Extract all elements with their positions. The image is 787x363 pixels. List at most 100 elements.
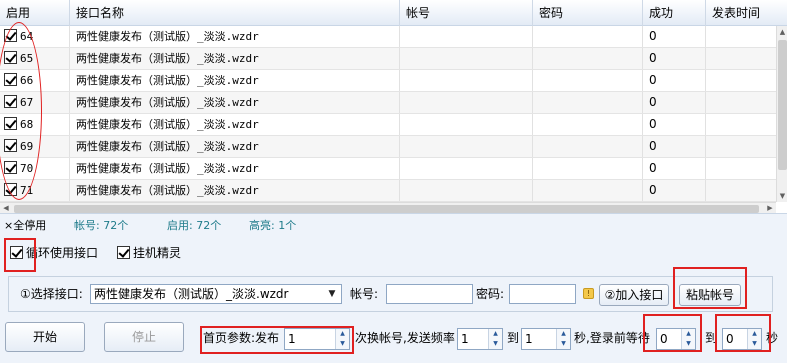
success-cell: 0 xyxy=(643,158,706,179)
vertical-scroll-thumb[interactable] xyxy=(778,40,787,170)
interface-name-cell: 两性健康发布（测试版）_淡淡.wzdr xyxy=(70,114,400,135)
account-cell xyxy=(400,114,533,135)
enable-cell[interactable]: 68 xyxy=(0,114,70,135)
enable-checkbox[interactable] xyxy=(4,29,17,42)
interface-name: 两性健康发布（测试版）_淡淡.wzdr xyxy=(76,140,259,153)
table-row[interactable]: 66 两性健康发布（测试版）_淡淡.wzdr 0 xyxy=(0,70,776,92)
column-header-account[interactable]: 帐号 xyxy=(400,0,533,26)
account-cell xyxy=(400,136,533,157)
publish-time-cell xyxy=(706,26,776,47)
column-header-interface-name[interactable]: 接口名称 xyxy=(70,0,400,26)
enable-cell[interactable]: 69 xyxy=(0,136,70,157)
publish-time-cell xyxy=(706,114,776,135)
enable-cell[interactable]: 67 xyxy=(0,92,70,113)
table-row[interactable]: 69 两性健康发布（测试版）_淡淡.wzdr 0 xyxy=(0,136,776,158)
row-id: 66 xyxy=(20,74,34,87)
account-cell xyxy=(400,26,533,47)
column-header-success[interactable]: 成功 xyxy=(643,0,706,26)
freq-to-spinner[interactable]: 1 ▲ ▼ xyxy=(521,328,571,350)
scroll-up-icon[interactable]: ▲ xyxy=(777,26,787,38)
spinner-arrows-icon[interactable]: ▲ ▼ xyxy=(488,329,502,349)
password-cell xyxy=(533,180,643,201)
start-button[interactable]: 开始 xyxy=(5,322,85,352)
enable-checkbox[interactable] xyxy=(4,95,17,108)
scroll-left-icon[interactable]: ◀ xyxy=(0,203,12,213)
wait-label: 秒,登录前等待 xyxy=(574,331,650,345)
seconds-label: 秒 xyxy=(766,331,779,345)
wait-to-value: 0 xyxy=(726,332,734,346)
table-row[interactable]: 70 两性健康发布（测试版）_淡淡.wzdr 0 xyxy=(0,158,776,180)
table-row[interactable]: 65 两性健康发布（测试版）_淡淡.wzdr 0 xyxy=(0,48,776,70)
interface-name-cell: 两性健康发布（测试版）_淡淡.wzdr xyxy=(70,180,400,201)
spinner-arrows-icon[interactable]: ▲ ▼ xyxy=(681,329,695,349)
account-cell xyxy=(400,92,533,113)
row-id: 64 xyxy=(20,30,34,43)
enable-checkbox[interactable] xyxy=(4,51,17,64)
chevron-down-icon[interactable]: ▼ xyxy=(325,287,339,301)
loop-interface-checkbox[interactable] xyxy=(10,246,23,259)
auto-elf-option[interactable]: 挂机精灵 xyxy=(117,245,181,261)
freq-from-spinner[interactable]: 1 ▲ ▼ xyxy=(457,328,503,350)
interface-name-cell: 两性健康发布（测试版）_淡淡.wzdr xyxy=(70,136,400,157)
spinner-arrows-icon[interactable]: ▲ ▼ xyxy=(335,329,349,349)
home-params-label: 首页参数:发布 xyxy=(203,331,280,345)
auto-elf-checkbox[interactable] xyxy=(117,246,130,259)
interface-select[interactable]: 两性健康发布（测试版）_淡淡.wzdr ▼ xyxy=(90,284,342,304)
wait-to-spinner[interactable]: 0 ▲ ▼ xyxy=(722,328,762,350)
spinner-arrows-icon[interactable]: ▲ ▼ xyxy=(747,329,761,349)
enable-checkbox[interactable] xyxy=(4,183,17,196)
horizontal-scrollbar[interactable]: ◀ ▶ xyxy=(0,202,776,213)
add-interface-button[interactable]: ②加入接口 xyxy=(599,284,669,306)
enabled-count: 启用: 72个 xyxy=(167,219,222,232)
column-header-password[interactable]: 密码 xyxy=(533,0,643,26)
interface-grid[interactable]: 启用 接口名称 帐号 密码 成功 发表时间 64 两性健康发布（测试版）_淡淡.w… xyxy=(0,0,787,214)
publish-time-cell xyxy=(706,70,776,91)
enable-cell[interactable]: 71 xyxy=(0,180,70,201)
row-id: 69 xyxy=(20,140,34,153)
password-input[interactable] xyxy=(509,284,576,304)
enable-checkbox[interactable] xyxy=(4,117,17,130)
enable-cell[interactable]: 64 xyxy=(0,26,70,47)
column-header-publish-time[interactable]: 发表时间 xyxy=(706,0,787,26)
spinner-arrows-icon[interactable]: ▲ ▼ xyxy=(556,329,570,349)
home-params-spinner[interactable]: 1 ▲ ▼ xyxy=(284,328,350,350)
password-cell xyxy=(533,114,643,135)
column-header-enable[interactable]: 启用 xyxy=(0,0,70,26)
wait-from-spinner[interactable]: 0 ▲ ▼ xyxy=(656,328,696,350)
table-row[interactable]: 67 两性健康发布（测试版）_淡淡.wzdr 0 xyxy=(0,92,776,114)
publish-time-cell xyxy=(706,92,776,113)
loop-interface-label: 循环使用接口 xyxy=(26,246,99,260)
paste-account-button[interactable]: 粘贴帐号 xyxy=(679,284,741,306)
to-label-wait: 到 xyxy=(705,331,718,345)
success-cell: 0 xyxy=(643,70,706,91)
key-icon[interactable]: ! xyxy=(583,288,594,299)
row-id: 70 xyxy=(20,162,34,175)
password-cell xyxy=(533,158,643,179)
select-all-toggle[interactable]: ×全停用 xyxy=(4,218,46,234)
table-row[interactable]: 71 两性健康发布（测试版）_淡淡.wzdr 0 xyxy=(0,180,776,202)
interface-name: 两性健康发布（测试版）_淡淡.wzdr xyxy=(76,184,259,197)
enable-cell[interactable]: 70 xyxy=(0,158,70,179)
switch-account-label: 次换帐号,发送频率 xyxy=(355,331,455,345)
success-cell: 0 xyxy=(643,26,706,47)
enable-checkbox[interactable] xyxy=(4,161,17,174)
scroll-right-icon[interactable]: ▶ xyxy=(764,203,776,213)
interface-name-cell: 两性健康发布（测试版）_淡淡.wzdr xyxy=(70,158,400,179)
enable-cell[interactable]: 66 xyxy=(0,70,70,91)
publish-time-cell xyxy=(706,136,776,157)
table-row[interactable]: 68 两性健康发布（测试版）_淡淡.wzdr 0 xyxy=(0,114,776,136)
loop-interface-option[interactable]: 循环使用接口 xyxy=(10,245,98,261)
scroll-down-icon[interactable]: ▼ xyxy=(777,190,787,202)
interface-name: 两性健康发布（测试版）_淡淡.wzdr xyxy=(76,118,259,131)
table-row[interactable]: 64 两性健康发布（测试版）_淡淡.wzdr 0 xyxy=(0,26,776,48)
enable-checkbox[interactable] xyxy=(4,139,17,152)
account-input[interactable] xyxy=(386,284,473,304)
freq-from-value: 1 xyxy=(461,332,469,346)
vertical-scrollbar[interactable]: ▲ ▼ xyxy=(776,26,787,202)
stop-button[interactable]: 停止 xyxy=(104,322,184,352)
success-cell: 0 xyxy=(643,92,706,113)
horizontal-scroll-thumb[interactable] xyxy=(14,205,759,213)
enable-checkbox[interactable] xyxy=(4,73,17,86)
enable-cell[interactable]: 65 xyxy=(0,48,70,69)
password-label: 密码: xyxy=(476,287,505,301)
